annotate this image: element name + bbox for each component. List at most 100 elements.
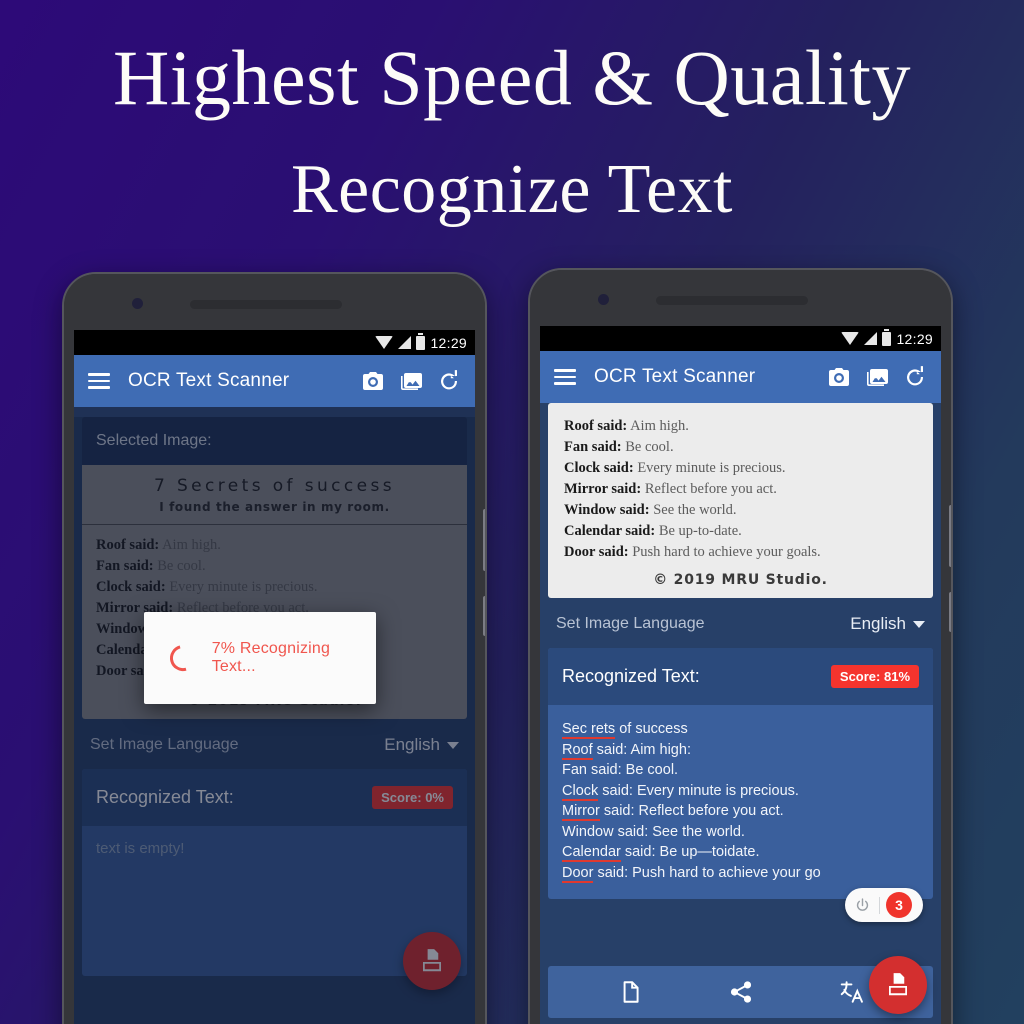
earpiece-speaker	[190, 300, 342, 309]
camera-icon[interactable]	[827, 365, 851, 389]
image-subtitle: I found the answer in my room.	[159, 500, 390, 514]
recognized-text-title: Recognized Text:	[562, 666, 700, 686]
image-body-lines: Roof said: Aim high. Fan said: Be cool. …	[548, 403, 933, 567]
screen-left: 12:29 OCR Text Scanner Selected Image: 7…	[74, 330, 475, 1024]
language-dropdown[interactable]: English	[384, 735, 459, 755]
floating-assistant-widget[interactable]: 3	[845, 888, 923, 922]
status-bar-right: 12:29	[540, 326, 941, 351]
volume-button-left-phone[interactable]	[483, 509, 485, 571]
recognized-line: Fan said: Be cool.	[562, 762, 679, 778]
power-icon[interactable]	[845, 897, 879, 914]
phone-mockup-left: 12:29 OCR Text Scanner Selected Image: 7…	[62, 272, 487, 1024]
translate-icon[interactable]	[839, 979, 865, 1005]
share-icon[interactable]	[728, 979, 754, 1005]
selected-image-card: Roof said: Aim high. Fan said: Be cool. …	[548, 403, 933, 598]
signal-icon	[864, 332, 878, 345]
phone-bezel-top-left	[64, 274, 485, 330]
language-value: English	[384, 735, 440, 754]
battery-icon	[416, 332, 426, 350]
image-line: Roof said: Aim high.	[96, 537, 221, 553]
wifi-icon	[375, 336, 394, 349]
language-dropdown[interactable]: English	[850, 614, 925, 634]
headline: Highest Speed & Quality Recognize Text	[0, 30, 1024, 236]
app-title: OCR Text Scanner	[594, 366, 756, 387]
screen-body-right: Roof said: Aim high. Fan said: Be cool. …	[540, 403, 941, 1024]
chevron-down-icon	[913, 620, 925, 628]
refresh-icon[interactable]	[903, 365, 927, 389]
scanner-icon	[423, 949, 441, 972]
misspelled-word: Mirror	[562, 803, 600, 821]
status-badge: Score: 81%	[830, 665, 919, 688]
front-camera-icon	[132, 298, 143, 309]
recognized-line: Roof said: Aim high:	[562, 741, 691, 760]
image-line: Clock said: Every minute is precious.	[96, 579, 318, 595]
recognized-text-title: Recognized Text:	[96, 787, 234, 807]
hamburger-menu-icon[interactable]	[88, 373, 110, 389]
refresh-icon[interactable]	[437, 369, 461, 393]
status-bar-clock: 12:29	[430, 334, 467, 351]
front-camera-icon	[598, 294, 609, 305]
image-copyright: © 2019 MRU Studio.	[653, 572, 828, 588]
recognized-text-placeholder: text is empty!	[96, 840, 185, 857]
screen-right: 12:29 OCR Text Scanner Roof said: Aim hi…	[540, 326, 941, 1024]
recognized-line: Door said: Push hard to achieve your go	[562, 864, 821, 883]
misspelled-word: Sec rets	[562, 721, 616, 739]
recognized-text-header: Recognized Text: Score: 81%	[548, 648, 933, 705]
misspelled-word: Roof	[562, 741, 593, 760]
status-badge: Score: 0%	[372, 786, 453, 809]
gallery-icon[interactable]	[865, 365, 889, 389]
hamburger-menu-icon[interactable]	[554, 369, 576, 385]
progress-dialog: 7% Recognizing Text...	[144, 612, 376, 704]
status-bar-left: 12:29	[74, 330, 475, 355]
selected-image-preview[interactable]: Roof said: Aim high. Fan said: Be cool. …	[548, 403, 933, 598]
image-title: 7 Secrets of success	[153, 476, 396, 496]
recognized-line-rest: of success	[615, 721, 688, 737]
image-line: Roof said: Aim high.	[564, 418, 689, 434]
app-bar-right: OCR Text Scanner	[540, 351, 941, 403]
headline-line-2: Recognize Text	[290, 151, 734, 228]
language-row-left: Set Image Language English	[74, 719, 475, 769]
image-line: Fan said: Be cool.	[96, 558, 206, 574]
recognized-line: Sec rets of success	[562, 719, 688, 740]
phone-mockup-right: 12:29 OCR Text Scanner Roof said: Aim hi…	[528, 268, 953, 1024]
gallery-icon[interactable]	[399, 369, 423, 393]
notification-count-badge: 3	[886, 892, 912, 918]
volume-button-right-phone[interactable]	[949, 505, 951, 567]
scan-fab-button-right[interactable]	[869, 956, 927, 1014]
recognized-line: Window said: See the world.	[562, 823, 745, 840]
progress-dialog-text: 7% Recognizing Text...	[211, 640, 331, 675]
image-line: Mirror said: Reflect before you act.	[564, 481, 777, 497]
image-line: Door said: Push hard to achieve your goa…	[564, 544, 821, 560]
loading-spinner-icon	[165, 640, 201, 676]
language-label: Set Image Language	[556, 615, 705, 632]
headline-line-1: Highest Speed & Quality	[113, 34, 911, 121]
image-line: Window said: See the world.	[564, 502, 737, 518]
power-button-right-phone[interactable]	[949, 592, 951, 632]
image-line: Clock said: Every minute is precious.	[564, 460, 786, 476]
app-title: OCR Text Scanner	[128, 370, 290, 391]
copy-document-icon[interactable]	[617, 979, 643, 1005]
wifi-icon	[841, 332, 860, 345]
widget-divider	[879, 896, 880, 914]
recognized-text-card-right: Recognized Text: Score: 81% Sec rets of …	[548, 648, 933, 899]
recognized-line: Calendar said: Be up—toidate.	[562, 844, 760, 862]
selected-image-label: Selected Image:	[96, 432, 212, 449]
recognized-line: Clock said: Every minute is precious.	[562, 782, 799, 801]
status-bar-clock: 12:29	[896, 330, 933, 347]
screen-body-left: Selected Image: 7 Secrets of success I f…	[74, 417, 475, 1024]
image-line: Fan said: Be cool.	[564, 439, 674, 455]
image-heading-block: 7 Secrets of success I found the answer …	[82, 465, 467, 525]
recognized-text-input[interactable]: Sec rets of success Roof said: Aim high:…	[548, 705, 933, 899]
language-label: Set Image Language	[90, 736, 239, 753]
camera-icon[interactable]	[361, 369, 385, 393]
scanner-icon	[889, 973, 907, 996]
image-line: Calendar said: Be up-to-date.	[564, 523, 742, 539]
recognized-line: Mirror said: Reflect before you act.	[562, 803, 784, 821]
phone-bezel-top-right	[530, 270, 951, 326]
power-button-left-phone[interactable]	[483, 596, 485, 636]
misspelled-word: Calendar	[562, 844, 621, 862]
language-value: English	[850, 614, 906, 633]
signal-icon	[398, 336, 412, 349]
chevron-down-icon	[447, 741, 459, 749]
scan-fab-button-left[interactable]	[403, 932, 461, 990]
